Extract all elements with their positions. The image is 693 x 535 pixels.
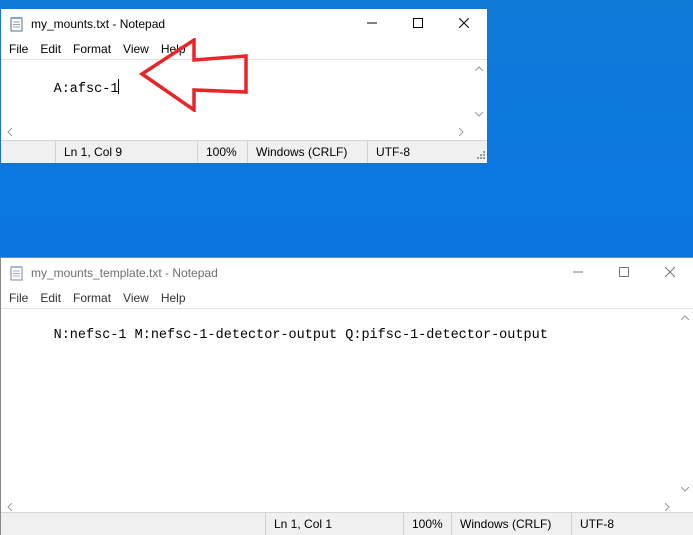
vertical-scrollbar[interactable]: [470, 60, 487, 123]
minimize-button[interactable]: [555, 258, 601, 288]
close-button[interactable]: [441, 9, 487, 39]
menu-help[interactable]: Help: [155, 291, 192, 305]
scroll-down-icon[interactable]: [470, 106, 487, 123]
close-button[interactable]: [647, 258, 693, 288]
status-encoding: UTF-8: [376, 145, 410, 159]
status-bar: Ln 1, Col 9 100% Windows (CRLF) UTF-8: [1, 140, 487, 163]
status-bar: Ln 1, Col 1 100% Windows (CRLF) UTF-8: [1, 512, 693, 535]
vertical-scrollbar[interactable]: [676, 309, 693, 498]
maximize-button[interactable]: [601, 258, 647, 288]
window-title: my_mounts.txt - Notepad: [31, 17, 166, 31]
minimize-icon: [367, 15, 377, 33]
scroll-right-icon[interactable]: [453, 123, 470, 140]
menu-edit[interactable]: Edit: [34, 291, 67, 305]
status-position: Ln 1, Col 1: [274, 517, 333, 531]
notepad-icon: [9, 265, 25, 281]
notepad-icon: [9, 16, 25, 32]
scroll-down-icon[interactable]: [676, 481, 693, 498]
maximize-icon: [413, 15, 423, 33]
status-encoding: UTF-8: [580, 517, 614, 531]
text-caret: [118, 79, 120, 94]
status-zoom: 100%: [412, 517, 443, 531]
maximize-button[interactable]: [395, 9, 441, 39]
menu-bar: File Edit Format View Help: [1, 288, 693, 308]
menu-view[interactable]: View: [117, 291, 155, 305]
scroll-up-icon[interactable]: [676, 309, 693, 326]
title-bar[interactable]: my_mounts.txt - Notepad: [1, 9, 487, 39]
status-line-endings: Windows (CRLF): [256, 145, 348, 159]
text-editor[interactable]: N:nefsc-1 M:nefsc-1-detector-output Q:pi…: [1, 308, 693, 515]
status-position: Ln 1, Col 9: [64, 145, 123, 159]
status-line-endings: Windows (CRLF): [460, 517, 552, 531]
menu-file[interactable]: File: [3, 291, 34, 305]
status-zoom: 100%: [206, 145, 237, 159]
window-title: my_mounts_template.txt - Notepad: [31, 266, 218, 280]
close-icon: [664, 264, 676, 282]
scroll-up-icon[interactable]: [470, 60, 487, 77]
menu-edit[interactable]: Edit: [34, 42, 67, 56]
title-bar[interactable]: my_mounts_template.txt - Notepad: [1, 258, 693, 288]
maximize-icon: [619, 264, 629, 282]
menu-format[interactable]: Format: [67, 42, 117, 56]
editor-content: A:afsc-1: [53, 82, 119, 97]
left-arrow-annotation: [138, 38, 248, 112]
menu-file[interactable]: File: [3, 42, 34, 56]
editor-content: N:nefsc-1 M:nefsc-1-detector-output Q:pi…: [53, 328, 548, 343]
scroll-left-icon[interactable]: [1, 123, 18, 140]
minimize-button[interactable]: [349, 9, 395, 39]
menu-format[interactable]: Format: [67, 291, 117, 305]
horizontal-scrollbar[interactable]: [1, 123, 470, 140]
resize-grip-icon[interactable]: [474, 150, 486, 162]
notepad-window-my-mounts-template[interactable]: my_mounts_template.txt - Notepad File Ed…: [0, 257, 693, 535]
minimize-icon: [573, 264, 583, 282]
close-icon: [458, 15, 470, 33]
